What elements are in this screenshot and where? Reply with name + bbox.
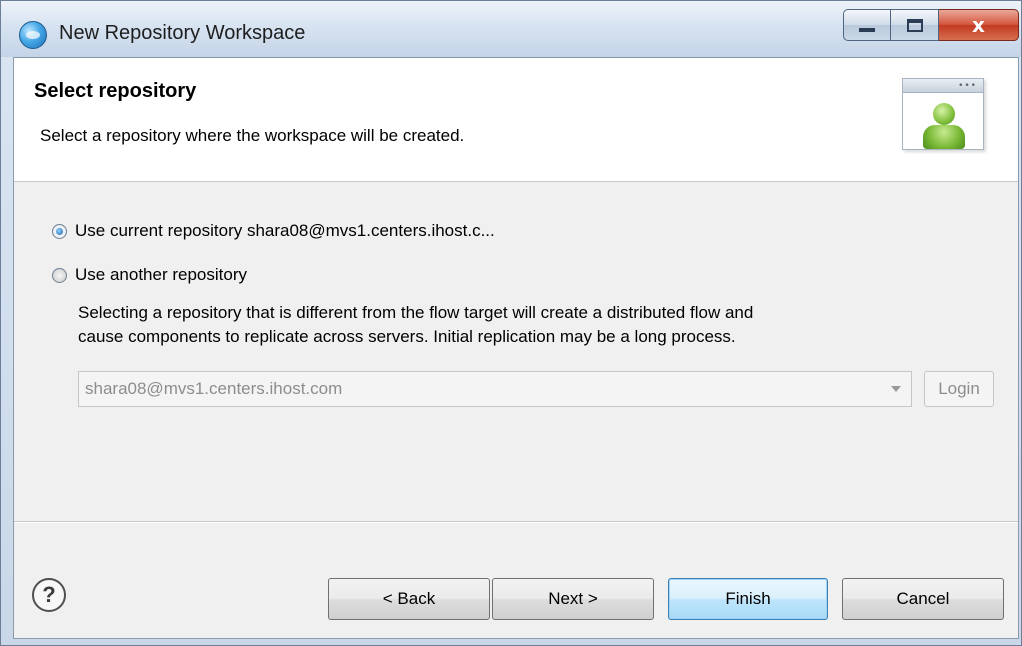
window-controls: x [843,9,1019,41]
note-line-2: cause components to replicate across ser… [78,327,736,346]
page-title: Select repository [34,80,197,102]
footer-separator [14,521,1018,523]
note-line-1: Selecting a repository that is different… [78,303,754,322]
eclipse-globe-icon [19,21,47,49]
maximize-button[interactable] [891,9,939,41]
banner-window-bar: ••• [903,79,983,93]
close-icon: x [972,13,985,37]
page-subtitle: Select a repository where the workspace … [40,126,465,145]
wizard-body: Use current repository shara08@mvs1.cent… [14,183,1018,513]
next-button[interactable]: Next > [492,578,654,620]
help-icon[interactable]: ? [32,578,66,612]
wizard-header: Select repository Select a repository wh… [14,58,1018,182]
cancel-button[interactable]: Cancel [842,578,1004,620]
radio-label-another: Use another repository [75,265,247,284]
minimize-button[interactable] [843,9,891,41]
radio-use-current-repository[interactable]: Use current repository shara08@mvs1.cent… [52,221,495,241]
radio-label-current: Use current repository shara08@mvs1.cent… [75,221,495,240]
dialog-client-area: Select repository Select a repository wh… [13,57,1019,639]
radio-use-another-repository[interactable]: Use another repository [52,265,247,285]
login-button[interactable]: Login [924,371,994,407]
dialog-window: New Repository Workspace x Select reposi… [0,0,1022,646]
user-window-icon: ••• [902,78,984,150]
finish-button[interactable]: Finish [668,578,828,620]
repository-select[interactable]: shara08@mvs1.centers.ihost.com [78,371,912,407]
minimize-icon [859,28,875,32]
distributed-flow-note: Selecting a repository that is different… [78,301,988,349]
title-bar[interactable]: New Repository Workspace x [1,1,1021,57]
maximize-icon [906,18,923,32]
repository-select-value: shara08@mvs1.centers.ihost.com [85,379,343,398]
person-head [933,103,955,125]
window-title: New Repository Workspace [59,22,306,44]
close-button[interactable]: x [939,9,1019,41]
chevron-down-icon[interactable] [891,386,901,392]
back-button[interactable]: < Back [328,578,490,620]
radio-unchecked-icon[interactable] [52,267,67,283]
radio-checked-icon[interactable] [52,223,67,239]
person-body [923,125,965,149]
